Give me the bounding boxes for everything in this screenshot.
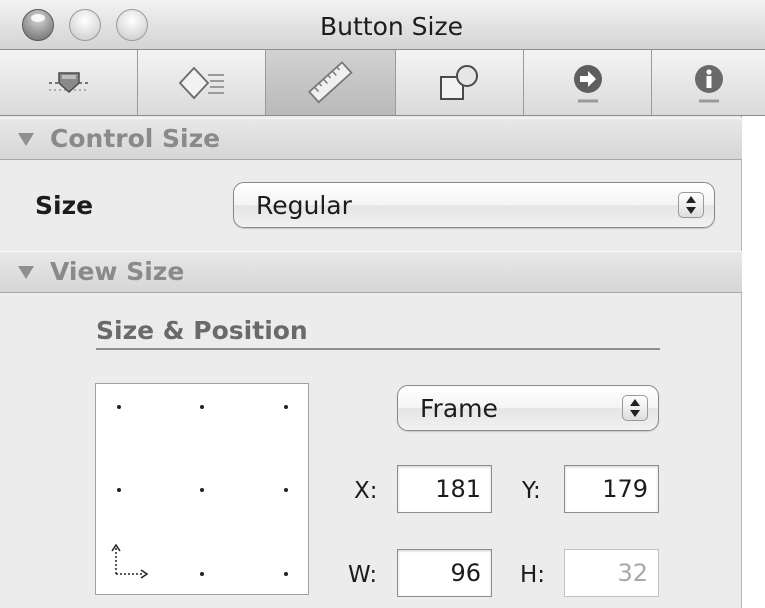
h-label: H: [520,562,546,588]
control-size-section-header[interactable]: Control Size [0,118,742,160]
anchor-point-selector[interactable] [95,383,309,595]
tab-identity[interactable] [652,50,765,115]
slider-attributes-icon [48,71,89,93]
popup-arrows-icon [622,395,648,421]
tab-bindings[interactable] [396,50,524,115]
w-label: W: [348,562,378,588]
tab-size[interactable] [266,50,396,115]
shapes-icon [439,64,478,100]
ruler-icon [307,60,353,103]
control-size-popup[interactable]: Regular [233,182,715,228]
anchor-point-center[interactable] [200,488,204,492]
window-title: Button Size [319,12,463,41]
inspector-tab-bar [0,50,765,116]
tab-connections[interactable] [524,50,652,115]
control-size-value: Regular [256,191,352,220]
anchor-point-bottom-center[interactable] [200,572,204,576]
anchor-point-middle-right[interactable] [284,488,288,492]
anchor-point-top-left[interactable] [117,405,121,409]
view-size-section-header[interactable]: View Size [0,251,742,293]
anchor-point-top-right[interactable] [284,405,288,409]
title-bar: Button Size [0,0,765,50]
size-label: Size [35,191,94,220]
popup-arrows-icon [678,192,704,218]
arrow-circle-icon [573,64,602,102]
height-field: 32 [564,549,659,597]
disclosure-triangle-icon[interactable] [18,266,34,279]
view-size-header-label: View Size [50,257,185,286]
control-size-header-label: Control Size [50,124,221,153]
x-position-field[interactable]: 181 [397,465,492,513]
disclosure-triangle-icon[interactable] [18,133,34,146]
anchor-point-top-center[interactable] [200,405,204,409]
frame-mode-popup[interactable]: Frame [397,385,659,431]
width-field[interactable]: 96 [397,549,492,597]
info-icon [694,64,723,102]
diamond-effects-icon [178,66,224,99]
y-label: Y: [522,478,541,504]
x-label: X: [354,478,378,504]
origin-axes-icon[interactable] [108,542,154,580]
tab-attributes[interactable] [0,50,138,115]
anchor-point-middle-left[interactable] [117,488,121,492]
tab-effects[interactable] [138,50,266,115]
size-position-heading: Size & Position [96,316,660,350]
y-position-field[interactable]: 179 [564,465,659,513]
frame-mode-value: Frame [420,394,498,423]
anchor-point-bottom-right[interactable] [284,572,288,576]
